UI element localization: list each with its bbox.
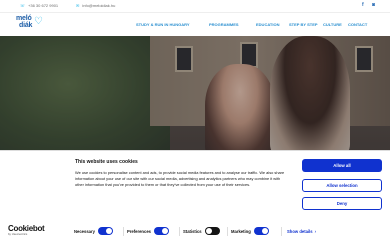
allow-selection-button[interactable]: Allow selection bbox=[302, 179, 382, 192]
nav-item-study-run[interactable]: STUDY & RUN IN HUNGARY bbox=[136, 22, 190, 27]
consent-toggles: Necessary Preferences Statistics Marketi… bbox=[0, 227, 390, 237]
hero-image bbox=[0, 36, 390, 156]
cookie-description: We use cookies to personalise content an… bbox=[75, 170, 285, 188]
toggle-statistics[interactable]: Statistics bbox=[183, 227, 220, 235]
divider bbox=[123, 227, 124, 236]
logo-line-1: meló bbox=[16, 15, 32, 22]
toggle-preferences[interactable]: Preferences bbox=[127, 227, 169, 235]
toggle-switch[interactable] bbox=[204, 227, 220, 235]
divider bbox=[179, 227, 180, 236]
phone-text: +36 30 672 9901 bbox=[28, 3, 59, 8]
toggle-label: Preferences bbox=[127, 228, 151, 234]
toggle-switch[interactable] bbox=[97, 227, 113, 235]
cookie-consent-banner: This website uses cookies We use cookies… bbox=[0, 150, 390, 240]
nav-item-education[interactable]: EDUCATION bbox=[256, 22, 279, 27]
allow-all-button[interactable]: Allow all bbox=[302, 159, 382, 172]
main-navigation: meló diák ♡ STUDY & RUN IN HUNGARY PROGR… bbox=[0, 12, 390, 36]
toggle-necessary[interactable]: Necessary bbox=[74, 227, 113, 235]
show-details-label: Show details bbox=[287, 229, 313, 234]
nav-menu: STUDY & RUN IN HUNGARY PROGRAMMES EDUCAT… bbox=[0, 22, 390, 30]
hero-overlay bbox=[0, 36, 390, 156]
toggle-switch[interactable] bbox=[253, 227, 269, 235]
toggle-label: Statistics bbox=[183, 228, 202, 234]
mail-icon: ✉ bbox=[76, 3, 80, 8]
cookie-title: This website uses cookies bbox=[75, 159, 138, 165]
nav-item-culture[interactable]: CULTURE bbox=[323, 22, 342, 27]
top-info-bar: ☏ +36 30 672 9901 ✉ info@meloidiak.hu f … bbox=[0, 0, 390, 12]
facebook-icon[interactable]: f bbox=[362, 2, 364, 8]
email-text: info@meloidiak.hu bbox=[82, 3, 116, 8]
deny-button[interactable]: Deny bbox=[302, 197, 382, 210]
nav-item-contact[interactable]: CONTACT bbox=[348, 22, 367, 27]
toggle-label: Necessary bbox=[74, 228, 95, 234]
chevron-right-icon: › bbox=[314, 229, 317, 234]
divider bbox=[281, 227, 282, 236]
toggle-marketing[interactable]: Marketing bbox=[231, 227, 269, 235]
instagram-icon[interactable]: ◙ bbox=[372, 2, 375, 8]
show-details-link[interactable]: Show details › bbox=[287, 229, 316, 234]
divider bbox=[227, 227, 228, 236]
toggle-switch[interactable] bbox=[153, 227, 169, 235]
phone-contact[interactable]: ☏ +36 30 672 9901 bbox=[20, 3, 58, 8]
email-contact[interactable]: ✉ info@meloidiak.hu bbox=[76, 3, 115, 8]
phone-icon: ☏ bbox=[20, 3, 26, 8]
nav-item-step-by-step[interactable]: STEP BY STEP bbox=[289, 22, 318, 27]
nav-item-programmes[interactable]: PROGRAMMES bbox=[209, 22, 239, 27]
toggle-label: Marketing bbox=[231, 228, 251, 234]
